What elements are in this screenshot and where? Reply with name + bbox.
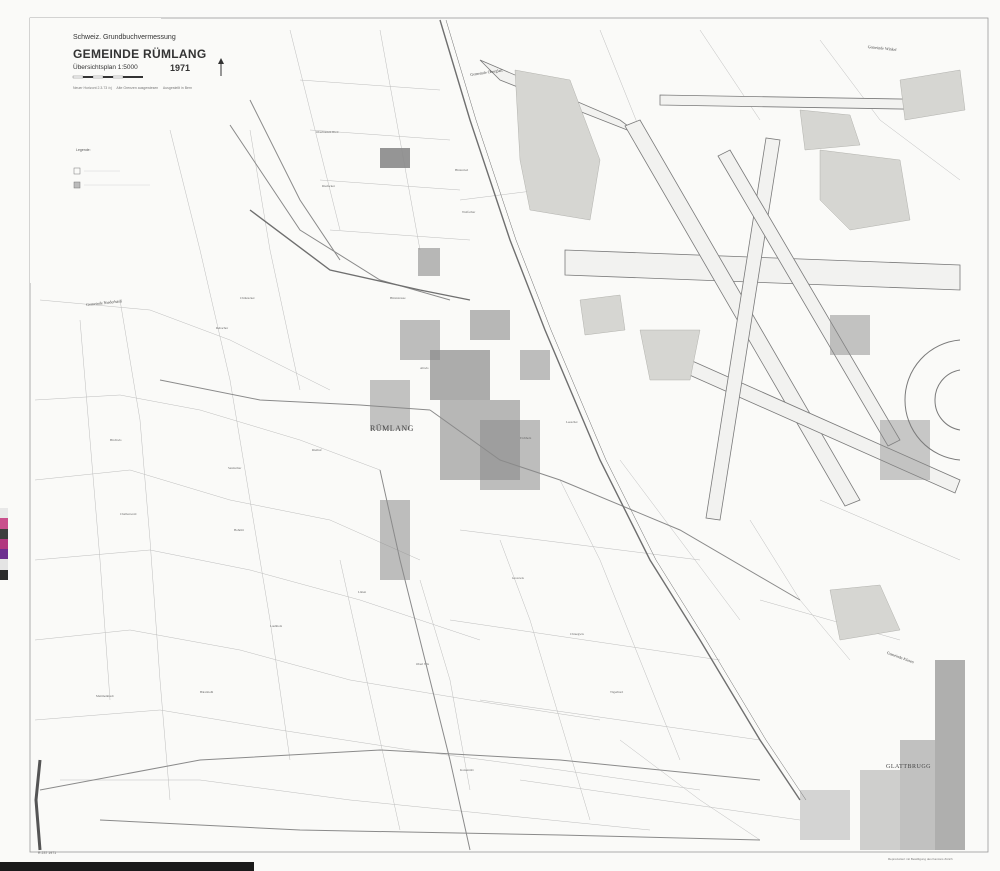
field-name: Hürststrasse: [390, 296, 406, 300]
note-1: Neuer Horizont 2.3.73 /vj: [73, 86, 112, 90]
scan-ruler: [0, 862, 254, 871]
field-name: Sandacher: [228, 466, 242, 470]
field-name: Oberi Wis: [416, 662, 430, 666]
field-name: Rebacher: [216, 326, 229, 330]
field-name: Altwis: [420, 366, 429, 370]
reproduction-credit: Reproduziert mit Bewilligung des Kantons…: [888, 857, 953, 861]
calibration-swatch: [0, 549, 8, 560]
calibration-swatch: [0, 559, 8, 570]
calibration-swatch: [0, 538, 8, 550]
field-name: Grosswis: [512, 576, 524, 580]
legend-title: Legende:: [76, 148, 91, 152]
field-name: Bärenbohl: [200, 690, 214, 694]
map-sheet: Schweiz. Grundbuchvermessung GEMEINDE RÜ…: [0, 0, 1000, 871]
archive-reference: R 237 1971: [38, 851, 57, 855]
calibration-swatch: [0, 569, 8, 580]
field-name: Riedacker: [322, 184, 335, 188]
field-name: Wolfacher: [462, 210, 476, 214]
field-name: Tägerhard: [610, 690, 624, 694]
field-name: Oberhausen-Ried: [316, 130, 339, 134]
plan-type-label: Übersichtsplan 1:5000: [73, 64, 138, 71]
calibration-swatch: [0, 518, 8, 529]
field-name: Eichholz: [520, 436, 532, 440]
field-name: Hohrüti: [234, 528, 244, 532]
glattbrugg-buildings: [800, 660, 965, 850]
map-drawing: [29, 17, 989, 853]
field-name: Birchwis: [110, 438, 122, 442]
title-notes: Neuer Horizont 2.3.73 /vj Alte Grenzen a…: [73, 86, 192, 90]
field-name: Lätten: [358, 590, 367, 594]
field-name: Laubholz: [270, 624, 283, 628]
field-name: Riethof: [312, 448, 322, 452]
glattbrugg-label: GLATTBRUGG: [886, 764, 931, 770]
field-name: Chrüzacker: [240, 296, 255, 300]
field-name: Chruegwis: [570, 632, 584, 636]
note-2: Alte Grenzen ausgewiesen: [116, 86, 159, 90]
scale-bar: [72, 75, 143, 79]
field-name: Mettmenhasli: [96, 694, 114, 698]
calibration-swatch: [0, 508, 8, 519]
field-name: Chalberweid: [120, 512, 137, 516]
field-name: Leeacher: [566, 420, 578, 424]
north-arrow-icon: [218, 58, 224, 76]
village-label: RÜMLANG: [370, 424, 414, 433]
river: [34, 759, 42, 851]
map-year: 1971: [170, 63, 191, 73]
field-name: Hinterried: [455, 168, 469, 172]
map-title: GEMEINDE RÜMLANG: [73, 47, 207, 61]
field-name: Katzenrüti: [460, 768, 474, 772]
organization-label: Schweiz. Grundbuchvermessung: [73, 34, 176, 41]
calibration-swatch: [0, 528, 8, 539]
legend-area: [30, 113, 161, 283]
color-calibration-strip: [0, 508, 8, 580]
note-3: Ausgestellt in Bern: [162, 86, 193, 90]
